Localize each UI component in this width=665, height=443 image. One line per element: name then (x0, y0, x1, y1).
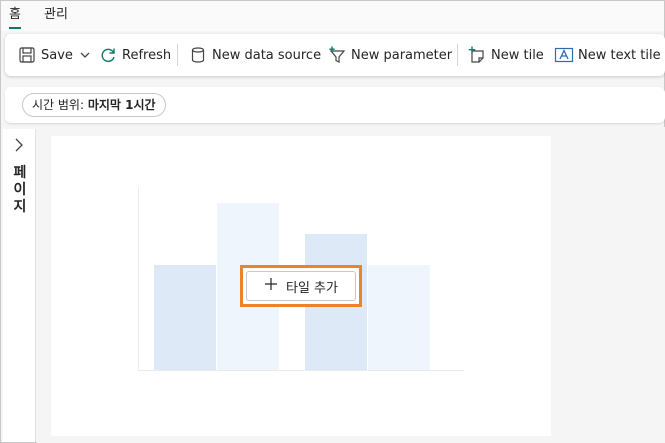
new-data-source-button[interactable]: New data source (188, 34, 321, 76)
refresh-icon (98, 45, 118, 65)
time-range-pill[interactable]: 시간 범위: 마지막 1시간 (22, 93, 166, 117)
placeholder-bar (154, 265, 216, 370)
add-tile-button[interactable]: 타일 추가 (246, 271, 356, 301)
dashboard-window: 홈 관리 Save Refresh New data source New pa… (0, 0, 665, 443)
tab-manage[interactable]: 관리 (44, 6, 68, 24)
save-icon (17, 45, 37, 65)
chevron-right-icon[interactable] (14, 137, 24, 156)
new-text-tile-label: New text tile (578, 47, 661, 63)
placeholder-axis-y (138, 187, 139, 370)
ribbon-divider (457, 44, 458, 66)
new-tile-label: New tile (491, 47, 544, 63)
new-text-tile-button[interactable]: New text tile (554, 34, 661, 76)
parameters-bar: 시간 범위: 마지막 1시간 (5, 87, 665, 123)
database-icon (188, 45, 208, 65)
ribbon-toolbar: Save Refresh New data source New paramet… (5, 34, 665, 76)
new-tile-button[interactable]: New tile (467, 34, 544, 76)
pages-label: 페이지 (13, 165, 27, 215)
refresh-button[interactable]: Refresh (98, 34, 171, 76)
time-range-prefix: 시간 범위: (32, 98, 88, 112)
plus-icon (264, 277, 278, 295)
new-parameter-label: New parameter (351, 47, 453, 63)
add-tile-highlight: 타일 추가 (240, 265, 362, 307)
ribbon-divider (177, 44, 178, 66)
placeholder-axis-x (138, 370, 464, 371)
placeholder-bar (368, 265, 430, 370)
save-label: Save (41, 47, 73, 63)
new-data-source-label: New data source (212, 47, 322, 63)
text-box-icon (554, 45, 574, 65)
filter-add-icon (327, 45, 347, 65)
add-tile-label: 타일 추가 (286, 280, 338, 296)
tab-home[interactable]: 홈 (9, 6, 21, 29)
new-parameter-button[interactable]: New parameter (327, 34, 452, 76)
save-button[interactable]: Save (17, 34, 91, 76)
tile-add-icon (467, 45, 487, 65)
time-range-value: 마지막 1시간 (87, 98, 156, 112)
chevron-down-icon[interactable] (79, 49, 91, 61)
refresh-label: Refresh (122, 47, 172, 63)
ribbon-tabs: 홈 관리 (1, 1, 664, 31)
pages-pane: 페이지 (3, 129, 36, 442)
